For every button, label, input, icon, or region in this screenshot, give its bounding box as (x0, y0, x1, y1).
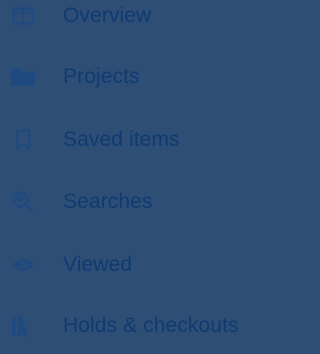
eye-icon (10, 252, 36, 278)
overview-icon (10, 3, 36, 29)
nav-item-label: Projects (63, 65, 140, 88)
nav-item-overview[interactable]: Overview (0, 0, 256, 44)
nav-item-holds-checkouts[interactable]: Holds & checkouts (0, 298, 256, 354)
nav-item-saved-items[interactable]: Saved items (0, 112, 256, 168)
folder-icon (10, 64, 36, 90)
search-heart-icon (10, 189, 36, 215)
nav-item-label: Searches (63, 190, 153, 213)
nav-item-label: Viewed (63, 253, 133, 276)
books-icon (10, 313, 36, 339)
nav-item-projects[interactable]: Projects (0, 49, 256, 105)
nav-item-label: Holds & checkouts (63, 314, 239, 337)
account-sidebar-nav: Overview Projects Saved items Searches V… (0, 0, 256, 337)
nav-item-viewed[interactable]: Viewed (0, 237, 256, 293)
nav-item-label: Overview (63, 4, 152, 27)
nav-item-label: Saved items (63, 128, 180, 151)
nav-item-searches[interactable]: Searches (0, 174, 256, 230)
bookmark-icon (10, 127, 36, 153)
